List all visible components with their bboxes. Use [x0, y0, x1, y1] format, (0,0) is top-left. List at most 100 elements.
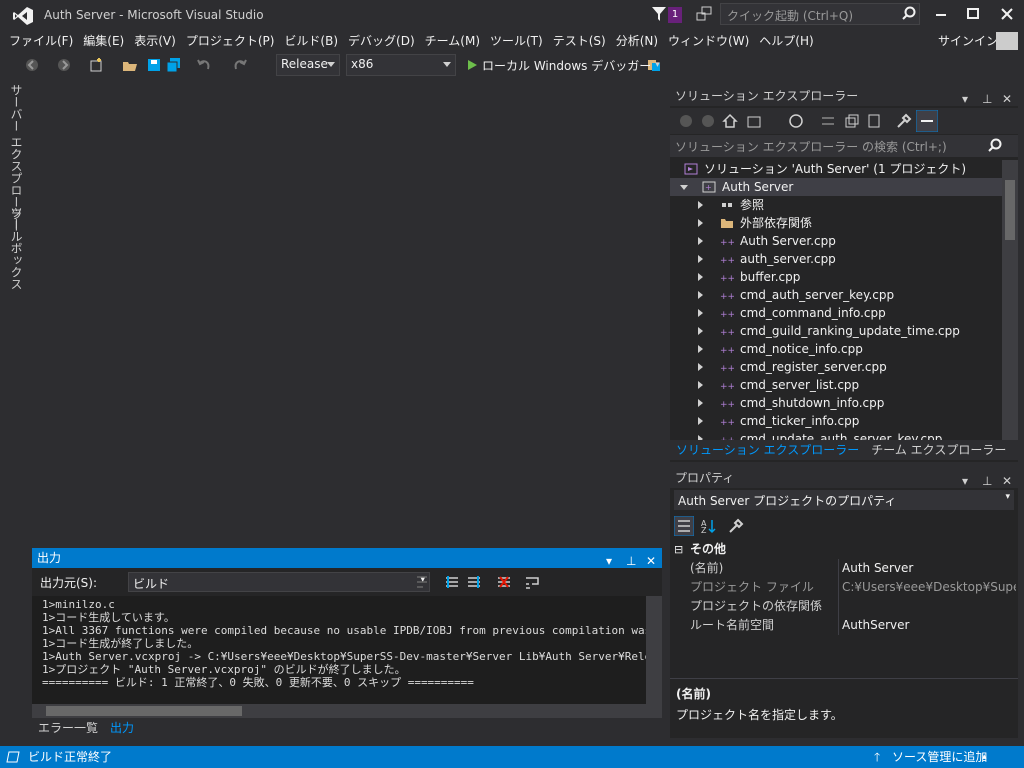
tree-item[interactable]: ++ Auth Server.cpp [670, 232, 1002, 250]
chevron-down-icon[interactable]: ▾ [655, 60, 660, 70]
menu-test[interactable]: テスト(S) [548, 30, 611, 52]
notification-filter-icon[interactable] [652, 6, 666, 22]
switch-views-icon[interactable] [746, 113, 762, 129]
new-project-icon[interactable] [88, 57, 104, 73]
close-icon[interactable]: ✕ [1002, 471, 1014, 488]
property-value[interactable]: AuthServer [842, 616, 1016, 635]
collapsed-arrow-icon[interactable] [698, 381, 703, 389]
start-debugging-button[interactable]: ローカル Windows デバッガー ▾ [466, 55, 660, 75]
account-icon[interactable] [996, 32, 1018, 50]
feedback-icon[interactable] [696, 6, 712, 22]
tree-item[interactable]: ++ cmd_guild_ranking_update_time.cpp [670, 322, 1002, 340]
menu-window[interactable]: ウィンドウ(W) [663, 30, 754, 52]
collapsed-arrow-icon[interactable] [698, 417, 703, 425]
properties-object-select[interactable]: Auth Server プロジェクトのプロパティ ▾ [674, 490, 1014, 510]
menu-debug[interactable]: デバッグ(D) [343, 30, 420, 52]
properties-wrench-icon[interactable] [896, 113, 912, 129]
word-wrap-icon[interactable] [524, 574, 540, 590]
collapsed-arrow-icon[interactable] [698, 219, 703, 227]
menu-team[interactable]: チーム(M) [420, 30, 485, 52]
show-all-files-icon[interactable] [866, 113, 882, 129]
quick-launch-input[interactable]: クイック起動 (Ctrl+Q) [720, 3, 920, 25]
save-icon[interactable] [146, 57, 162, 73]
pin-icon[interactable]: ⊥ [982, 89, 994, 106]
dropdown-icon[interactable]: ▾ [962, 471, 974, 488]
navigate-back-icon[interactable] [24, 57, 40, 73]
home-icon[interactable] [722, 113, 738, 129]
collapsed-arrow-icon[interactable] [698, 273, 703, 281]
tree-item[interactable]: ++ cmd_server_list.cpp [670, 376, 1002, 394]
menu-help[interactable]: ヘルプ(H) [754, 30, 818, 52]
property-row[interactable]: プロジェクト ファイル C:¥Users¥eee¥Desktop¥SuperSS… [670, 578, 1018, 597]
dropdown-icon[interactable]: ▾ [606, 551, 618, 568]
menu-project[interactable]: プロジェクト(P) [181, 30, 280, 52]
tree-item[interactable]: 参照 [670, 196, 1002, 214]
search-icon[interactable] [988, 138, 1002, 152]
platform-select[interactable]: x86 [346, 54, 456, 76]
tree-item[interactable]: ++ cmd_update_auth_server_key.cpp [670, 430, 1002, 440]
tree-item[interactable]: ++ cmd_ticker_info.cpp [670, 412, 1002, 430]
menu-edit[interactable]: 編集(E) [78, 30, 129, 52]
menu-tools[interactable]: ツール(T) [485, 30, 548, 52]
forward-icon[interactable] [700, 113, 716, 129]
menu-analyze[interactable]: 分析(N) [611, 30, 663, 52]
output-text[interactable]: 1>minilzo.c 1>コード生成しています。 1>All 3367 funct… [32, 596, 646, 704]
property-pages-icon[interactable] [728, 518, 744, 534]
close-window-button[interactable] [992, 4, 1022, 24]
collapsed-arrow-icon[interactable] [698, 291, 703, 299]
pending-changes-icon[interactable] [788, 113, 804, 129]
minimize-button[interactable] [926, 4, 956, 24]
next-message-icon[interactable] [466, 574, 482, 590]
tree-item[interactable]: ソリューション 'Auth Server' (1 プロジェクト) [670, 160, 1002, 178]
property-row[interactable]: (名前) Auth Server [670, 559, 1018, 578]
tree-item[interactable]: ++ cmd_notice_info.cpp [670, 340, 1002, 358]
property-row[interactable]: ルート名前空間 AuthServer [670, 616, 1018, 635]
save-all-icon[interactable] [166, 57, 182, 73]
collapsed-arrow-icon[interactable] [698, 309, 703, 317]
go-to-error-icon[interactable] [414, 574, 430, 590]
collapsed-arrow-icon[interactable] [698, 345, 703, 353]
tree-item[interactable]: ++ cmd_auth_server_key.cpp [670, 286, 1002, 304]
collapsed-arrow-icon[interactable] [698, 327, 703, 335]
alphabetical-icon[interactable]: AZ [700, 518, 716, 534]
scrollbar-thumb[interactable] [46, 706, 242, 716]
configuration-select[interactable]: Release [276, 54, 340, 76]
scrollbar-thumb[interactable] [1005, 180, 1015, 240]
tree-item[interactable]: ++ cmd_command_info.cpp [670, 304, 1002, 322]
maximize-button[interactable] [958, 4, 988, 24]
collapse-all-icon[interactable] [844, 113, 860, 129]
add-to-source-control[interactable]: ソース管理に追加 [892, 746, 987, 768]
close-icon[interactable]: ✕ [1002, 89, 1014, 106]
menu-file[interactable]: ファイル(F) [4, 30, 78, 52]
collapsed-arrow-icon[interactable] [698, 201, 703, 209]
tab-error-list[interactable]: エラー一覧 [32, 718, 104, 738]
tab-solution-explorer[interactable]: ソリューション エクスプローラー [670, 440, 865, 460]
tab-output[interactable]: 出力 [104, 718, 140, 738]
pin-icon[interactable]: ⊥ [982, 471, 994, 488]
tree-item[interactable]: ++ buffer.cpp [670, 268, 1002, 286]
categorized-icon[interactable] [674, 516, 694, 536]
collapsed-arrow-icon[interactable] [698, 255, 703, 263]
property-value[interactable]: C:¥Users¥eee¥Desktop¥SuperSS-D [842, 578, 1016, 597]
collapsed-arrow-icon[interactable] [698, 399, 703, 407]
property-value[interactable]: Auth Server [842, 559, 1016, 578]
property-row[interactable]: プロジェクトの依存関係 [670, 597, 1018, 616]
toolbox-tab[interactable]: ツールボックス [8, 206, 25, 290]
dropdown-icon[interactable]: ▾ [962, 89, 974, 106]
tree-item[interactable]: ++ auth_server.cpp [670, 250, 1002, 268]
search-icon[interactable] [902, 6, 916, 20]
back-icon[interactable] [678, 113, 694, 129]
sync-icon[interactable] [820, 113, 836, 129]
tab-team-explorer[interactable]: チーム エクスプローラー [865, 440, 1012, 460]
preview-selected-icon[interactable] [916, 110, 938, 132]
redo-icon[interactable] [232, 57, 248, 73]
property-category[interactable]: ⊟ その他 [670, 540, 1018, 559]
tree-item[interactable]: ++ cmd_shutdown_info.cpp [670, 394, 1002, 412]
solution-explorer-search-input[interactable]: ソリューション エクスプローラー の検索 (Ctrl+;) [670, 135, 1018, 157]
previous-message-icon[interactable] [444, 574, 460, 590]
collapsed-arrow-icon[interactable] [698, 237, 703, 245]
sign-in-link[interactable]: サインイン [938, 30, 998, 52]
undo-icon[interactable] [196, 57, 212, 73]
tree-item[interactable]: ++ cmd_register_server.cpp [670, 358, 1002, 376]
chevron-up-icon[interactable]: ▴ [982, 746, 987, 768]
